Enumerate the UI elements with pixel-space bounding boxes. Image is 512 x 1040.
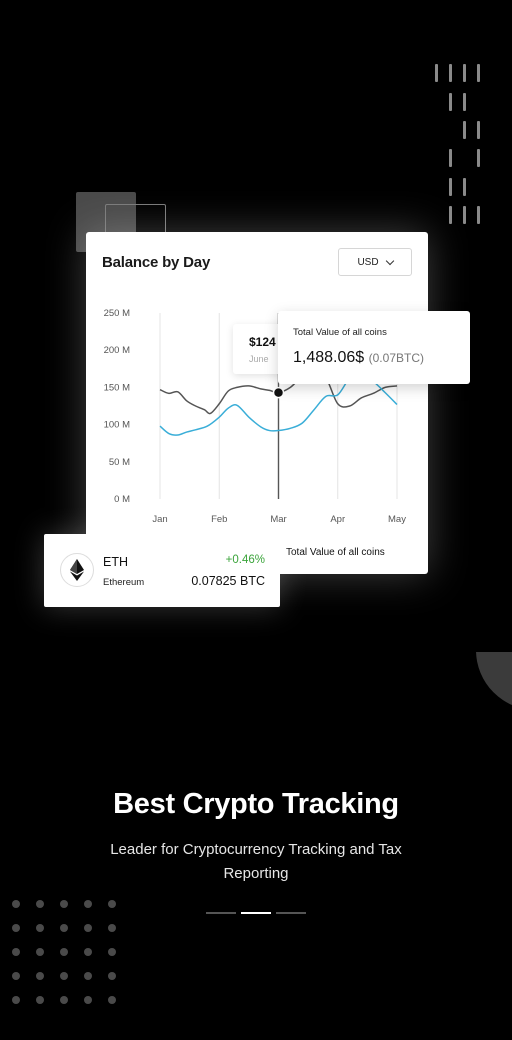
decorative-dot-grid	[12, 900, 132, 1010]
balance-line-chart: 250 M 200 M 150 M 100 M 50 M 0 M Jan Feb Mar Apr M…	[104, 308, 407, 525]
grid-dot	[108, 924, 116, 932]
grid-dot	[84, 972, 92, 980]
pager-dot[interactable]	[206, 912, 236, 914]
tooltip-total-value: 1,488.06$	[293, 349, 365, 366]
grid-dot	[12, 996, 20, 1004]
pager-dot[interactable]	[276, 912, 306, 914]
x-tick-label: May	[388, 514, 406, 525]
grid-dot	[36, 900, 44, 908]
pager-dot-active[interactable]	[241, 912, 271, 914]
grid-dot	[84, 900, 92, 908]
grid-dot	[60, 996, 68, 1004]
ethereum-logo-icon	[60, 553, 94, 587]
grid-dot	[84, 948, 92, 956]
grid-dot	[108, 972, 116, 980]
chart-tooltip-total: Total Value of all coins 1,488.06$ (0.07…	[278, 311, 470, 384]
grid-dot	[108, 900, 116, 908]
page-subheadline: Leader for Cryptocurrency Tracking and T…	[110, 841, 402, 882]
coin-symbol: ETH	[103, 555, 128, 569]
grid-dot	[12, 924, 20, 932]
grid-dot	[36, 948, 44, 956]
coin-card-eth[interactable]: ETH Ethereum +0.46% 0.07825 BTC	[44, 534, 280, 607]
grid-dot	[36, 972, 44, 980]
x-tick-label: Jan	[152, 514, 167, 525]
grid-dot	[84, 996, 92, 1004]
tooltip-small-value: $124	[249, 335, 276, 349]
x-tick-label: Feb	[211, 514, 227, 525]
grid-dot	[12, 948, 20, 956]
grid-dot	[60, 972, 68, 980]
chart-legend-label: Total Value of all coins	[286, 547, 385, 558]
grid-dot	[36, 996, 44, 1004]
grid-dot	[60, 948, 68, 956]
balance-chart-card: Balance by Day USD 250 M 200 M 150 M 100 M5…	[86, 232, 428, 574]
x-tick-label: Apr	[330, 514, 345, 525]
highlight-point	[272, 386, 285, 399]
y-tick-label: 100 M	[104, 420, 130, 431]
decorative-bars	[435, 64, 485, 224]
coin-name: Ethereum	[103, 577, 145, 588]
decorative-half-circle	[476, 652, 512, 710]
y-tick-label: 150 M	[104, 382, 130, 393]
coin-value: 0.07825 BTC	[191, 574, 265, 588]
tooltip-total-label: Total Value of all coins	[293, 327, 387, 338]
page-headline: Best Crypto Tracking	[113, 788, 399, 820]
y-tick-label: 0 M	[114, 494, 130, 505]
grid-dot	[12, 972, 20, 980]
y-tick-label: 50 M	[109, 457, 130, 468]
onboarding-pager	[206, 912, 306, 914]
grid-dot	[60, 900, 68, 908]
chart-tooltip-small: $124 June	[233, 324, 283, 374]
grid-dot	[84, 924, 92, 932]
coin-change: +0.46%	[225, 554, 265, 566]
grid-dot	[12, 900, 20, 908]
y-tick-label: 200 M	[104, 345, 130, 356]
grid-dot	[36, 924, 44, 932]
grid-dot	[108, 948, 116, 956]
tooltip-total-btc: (0.07BTC)	[368, 351, 424, 365]
y-tick-label: 250 M	[104, 308, 130, 319]
tooltip-total-value-row: 1,488.06$ (0.07BTC)	[293, 349, 424, 367]
grid-dot	[60, 924, 68, 932]
tooltip-small-month: June	[249, 354, 269, 364]
grid-dot	[108, 996, 116, 1004]
x-tick-label: Mar	[270, 514, 286, 525]
